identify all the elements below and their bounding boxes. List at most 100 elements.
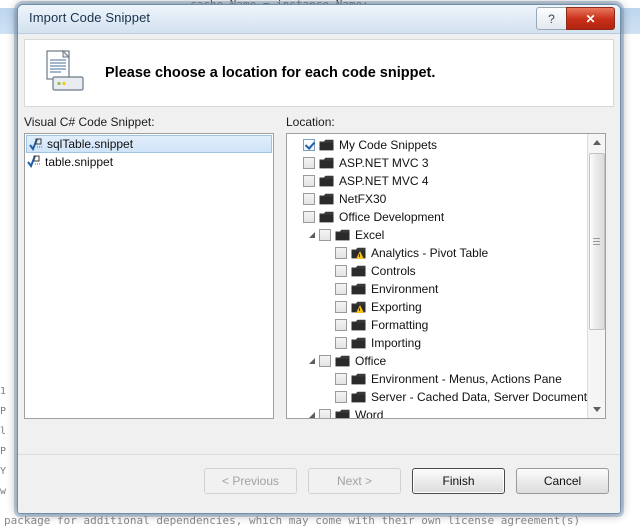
previous-button: < Previous [204, 468, 297, 494]
folder-warning-icon [351, 247, 366, 259]
tree-item-checkbox[interactable] [335, 337, 347, 349]
tree-item[interactable]: ASP.NET MVC 4 [287, 172, 587, 190]
tree-item-checkbox[interactable] [303, 193, 315, 205]
import-code-snippet-dialog: Import Code Snippet ? ✕ Please choose a … [17, 4, 621, 514]
tree-item-checkbox[interactable] [335, 247, 347, 259]
tree-item[interactable]: Exporting [287, 298, 587, 316]
folder-icon [351, 319, 366, 331]
tree-item-label: Office [355, 354, 387, 368]
tree-item-checkbox[interactable] [319, 355, 331, 367]
tree-item-checkbox[interactable] [335, 265, 347, 277]
expander-expanded-icon[interactable] [307, 410, 318, 419]
tree-item[interactable]: Analytics - Pivot Table [287, 244, 587, 262]
snippet-icon [27, 155, 42, 169]
tree-item-checkbox[interactable] [335, 391, 347, 403]
scrollbar-grip-icon [593, 237, 600, 246]
tree-item[interactable]: Server - Cached Data, Server Document [287, 388, 587, 406]
tree-item[interactable]: Office Development [287, 208, 587, 226]
snippet-icon [29, 138, 44, 151]
finish-button[interactable]: Finish [412, 468, 505, 494]
tree-item-checkbox[interactable] [303, 211, 315, 223]
tree-item-checkbox[interactable] [303, 157, 315, 169]
tree-item-checkbox[interactable] [319, 409, 331, 418]
tree-item-label: Environment [371, 282, 439, 296]
tree-item-checkbox[interactable] [303, 175, 315, 187]
left-edge-char: 1 [0, 386, 7, 397]
snippet-name: sqlTable.snippet [47, 137, 134, 151]
background-code-bottom: package for additional dependencies, whi… [4, 514, 581, 527]
scroll-up-arrow-icon[interactable] [588, 134, 605, 151]
tree-item-label: Importing [371, 336, 422, 350]
tree-item[interactable]: Office [287, 352, 587, 370]
tree-item-checkbox[interactable] [335, 301, 347, 313]
tree-item-label: My Code Snippets [339, 138, 438, 152]
tree-item[interactable]: My Code Snippets [287, 136, 587, 154]
folder-icon [335, 355, 350, 367]
tree-item-checkbox[interactable] [335, 319, 347, 331]
list-item[interactable]: table.snippet [25, 153, 273, 170]
close-icon[interactable]: ✕ [566, 7, 615, 30]
snippet-list-label: Visual C# Code Snippet: [24, 115, 155, 129]
snippet-name: table.snippet [45, 154, 114, 169]
left-edge-char: w [0, 486, 7, 497]
expander-expanded-icon[interactable] [307, 356, 318, 367]
location-label: Location: [286, 115, 335, 129]
dialog-title: Import Code Snippet [29, 10, 151, 25]
tree-item-checkbox[interactable] [303, 139, 315, 151]
tree-item-label: ASP.NET MVC 3 [339, 156, 429, 170]
left-edge-char: P [0, 406, 7, 417]
tree-item[interactable]: Word [287, 406, 587, 418]
folder-icon [319, 175, 334, 187]
tree-item[interactable]: NetFX30 [287, 190, 587, 208]
dialog-titlebar[interactable]: Import Code Snippet ? ✕ [18, 5, 620, 34]
tree-item-checkbox[interactable] [335, 283, 347, 295]
folder-icon [319, 193, 334, 205]
tree-item[interactable]: Controls [287, 262, 587, 280]
expander-expanded-icon[interactable] [307, 230, 318, 241]
page-title: Please choose a location for each code s… [105, 65, 436, 81]
next-button: Next > [308, 468, 401, 494]
folder-icon [335, 409, 350, 418]
help-button[interactable]: ? [536, 7, 567, 30]
snippet-listbox[interactable]: sqlTable.snippet table.snippet [24, 133, 274, 419]
folder-warning-icon [351, 301, 366, 313]
tree-item-label: Office Development [339, 210, 445, 224]
scrollbar-thumb[interactable] [589, 153, 605, 330]
warning-badge-icon [356, 305, 364, 313]
left-edge-char: P [0, 446, 7, 457]
folder-icon [319, 157, 334, 169]
tree-item[interactable]: Excel [287, 226, 587, 244]
tree-item-label: NetFX30 [339, 192, 387, 206]
folder-icon [319, 139, 334, 151]
tree-item-label: Excel [355, 228, 385, 242]
tree-item[interactable]: Importing [287, 334, 587, 352]
tree-item[interactable]: Environment [287, 280, 587, 298]
window-buttons: ? ✕ [536, 7, 615, 30]
left-edge-char: l [0, 426, 7, 437]
dialog-footer: < Previous Next > Finish Cancel [18, 454, 620, 513]
panes-container: Visual C# Code Snippet: sqlTable.snippet [24, 115, 614, 419]
tree-item-label: Formatting [371, 318, 429, 332]
tree-item-label: Exporting [371, 300, 422, 314]
folder-icon [351, 391, 366, 403]
tree-item-checkbox[interactable] [335, 373, 347, 385]
scroll-down-arrow-icon[interactable] [588, 401, 605, 418]
cancel-button[interactable]: Cancel [516, 468, 609, 494]
tree-item[interactable]: Formatting [287, 316, 587, 334]
folder-icon [351, 283, 366, 295]
dialog-body: Visual C# Code Snippet: sqlTable.snippet [24, 115, 614, 419]
tree-scrollbar[interactable] [587, 134, 605, 418]
footer-button-row: < Previous Next > Finish Cancel [204, 468, 609, 494]
tree-item[interactable]: ASP.NET MVC 3 [287, 154, 587, 172]
tree-item[interactable]: Environment - Menus, Actions Pane [287, 370, 587, 388]
list-item[interactable]: sqlTable.snippet [26, 135, 272, 153]
warning-badge-icon [356, 251, 364, 259]
snippet-list-pane: Visual C# Code Snippet: sqlTable.snippet [24, 115, 274, 419]
dialog-header: Please choose a location for each code s… [24, 39, 614, 107]
tree-item-label: ASP.NET MVC 4 [339, 174, 429, 188]
import-snippet-icon [39, 49, 91, 97]
left-edge-char: Y [0, 466, 7, 477]
folder-icon [351, 337, 366, 349]
location-treeview[interactable]: My Code Snippets ASP.NET MVC 3 ASP.NET MVC… [286, 133, 606, 419]
tree-item-checkbox[interactable] [319, 229, 331, 241]
